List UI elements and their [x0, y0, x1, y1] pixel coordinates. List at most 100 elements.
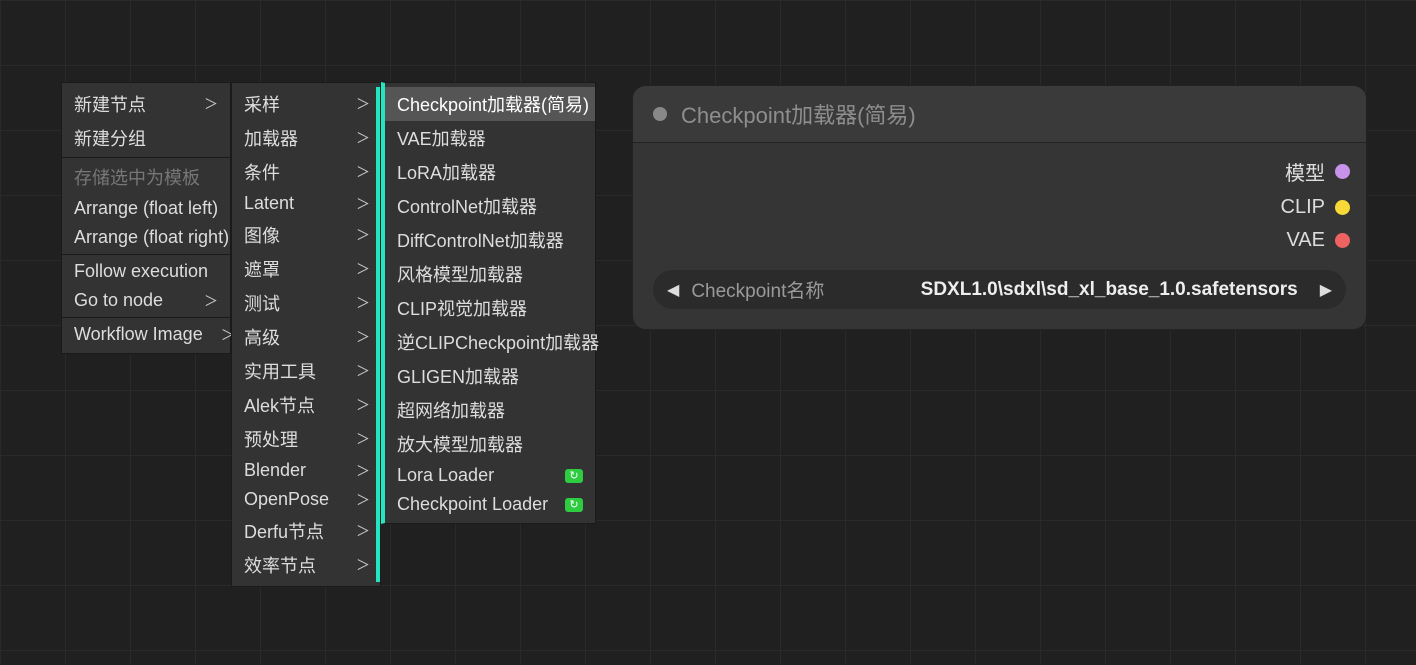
chevron-right-icon: ＞ [356, 225, 370, 245]
menu-label: Workflow Image [74, 324, 203, 345]
widget-label: Checkpoint名称 [691, 276, 824, 303]
chevron-right-icon: ＞ [356, 327, 370, 347]
menu-item-controlnet-loader[interactable]: ControlNet加载器 [385, 189, 595, 223]
menu-item-arrange-left[interactable]: Arrange (float left) [62, 194, 230, 223]
menu-item-efficiency[interactable]: 效率节点＞ [232, 548, 380, 582]
menu-item-workflow-image[interactable]: Workflow Image ＞ [62, 320, 230, 349]
menu-item-save-template: 存储选中为模板 [62, 160, 230, 194]
menu-label: 新建分组 [74, 125, 146, 151]
port-icon[interactable] [1335, 233, 1350, 248]
chevron-right-icon: ＞ [356, 128, 370, 148]
menu-label: Derfu节点 [244, 518, 324, 544]
menu-label: OpenPose [244, 489, 329, 510]
menu-item-loaders[interactable]: 加载器＞ [232, 121, 380, 155]
menu-label: 采样 [244, 91, 280, 117]
chevron-right-icon: ＞ [356, 395, 370, 415]
menu-label: 放大模型加载器 [397, 431, 523, 457]
menu-item-test[interactable]: 测试 ＞ [232, 286, 380, 320]
menu-label: CLIP视觉加载器 [397, 295, 527, 321]
menu-item-vae-loader[interactable]: VAE加载器 [385, 121, 595, 155]
menu-label: Follow execution [74, 261, 208, 282]
menu-label: Blender [244, 460, 306, 481]
menu-label: 超网络加载器 [397, 397, 505, 423]
menu-label: 高级 [244, 324, 280, 350]
menu-item-advanced[interactable]: 高级 ＞ [232, 320, 380, 354]
menu-item-util[interactable]: 实用工具 ＞ [232, 354, 380, 388]
menu-item-cond[interactable]: 条件＞ [232, 155, 380, 189]
menu-label: 逆CLIPCheckpoint加载器 [397, 329, 599, 355]
node-title-bar[interactable]: Checkpoint加载器(简易) [633, 86, 1366, 143]
next-arrow-icon[interactable]: ▶ [1320, 280, 1332, 300]
chevron-right-icon: ＞ [356, 94, 370, 114]
menu-item-hypernetwork-loader[interactable]: 超网络加载器 [385, 393, 595, 427]
port-icon[interactable] [1335, 164, 1350, 179]
menu-label: Arrange (float right) [74, 227, 229, 248]
refresh-icon: ↻ [565, 498, 583, 512]
node-body: 模型 CLIP VAE ◀ Checkpoint名称 SDXL1.0\sdxl\… [633, 143, 1366, 329]
menu-item-upscale-model-loader[interactable]: 放大模型加载器 [385, 427, 595, 461]
menu-label: 风格模型加载器 [397, 261, 523, 287]
output-label: 模型 [1285, 157, 1325, 186]
menu-item-new-group[interactable]: 新建分组 [62, 121, 230, 155]
menu-label: 条件 [244, 159, 280, 185]
menu-label: 新建节点 [74, 91, 146, 117]
menu-item-alek[interactable]: Alek节点＞ [232, 388, 380, 422]
menu-separator [62, 317, 230, 318]
menu-item-latent[interactable]: Latent＞ [232, 189, 380, 218]
menu-label: 图像 [244, 222, 280, 248]
menu-item-lora-loader-badge[interactable]: Lora Loader ↻ [385, 461, 595, 490]
prev-arrow-icon[interactable]: ◀ [667, 280, 679, 300]
menu-item-clip-vision-loader[interactable]: CLIP视觉加载器 [385, 291, 595, 325]
menu-item-openpose[interactable]: OpenPose ＞ [232, 485, 380, 514]
node-checkpoint-loader[interactable]: Checkpoint加载器(简易) 模型 CLIP VAE ◀ Checkpoi… [632, 85, 1367, 330]
port-icon[interactable] [1335, 200, 1350, 215]
menu-label: Go to node [74, 290, 163, 311]
chevron-right-icon: ＞ [356, 194, 370, 214]
menu-label: 实用工具 [244, 358, 316, 384]
menu-item-image[interactable]: 图像 ＞ [232, 218, 380, 252]
output-model[interactable]: 模型 [1285, 157, 1350, 186]
chevron-right-icon: ＞ [204, 94, 218, 114]
menu-item-derfu[interactable]: Derfu节点 ＞ [232, 514, 380, 548]
chevron-right-icon: ＞ [356, 555, 370, 575]
menu-label: Lora Loader [397, 465, 494, 486]
menu-item-diffcontrolnet-loader[interactable]: DiffControlNet加载器 [385, 223, 595, 257]
menu-label: 测试 [244, 290, 280, 316]
chevron-right-icon: ＞ [356, 490, 370, 510]
widget-value: SDXL1.0\sdxl\sd_xl_base_1.0.safetensors [921, 279, 1298, 301]
menu-item-new-node[interactable]: 新建节点 ＞ [62, 87, 230, 121]
chevron-right-icon: ＞ [204, 291, 218, 311]
menu-item-goto-node[interactable]: Go to node ＞ [62, 286, 230, 315]
node-title: Checkpoint加载器(简易) [681, 98, 916, 130]
menu-item-unclip-checkpoint-loader[interactable]: 逆CLIPCheckpoint加载器 [385, 325, 595, 359]
menu-item-lora-loader[interactable]: LoRA加载器 [385, 155, 595, 189]
output-label: VAE [1286, 229, 1325, 252]
menu-separator [62, 157, 230, 158]
menu-separator [62, 254, 230, 255]
collapse-dot-icon[interactable] [653, 107, 667, 121]
menu-item-preproc[interactable]: 预处理＞ [232, 422, 380, 456]
chevron-right-icon: ＞ [356, 259, 370, 279]
menu-item-sampling[interactable]: 采样 ＞ [232, 87, 380, 121]
output-clip[interactable]: CLIP [1281, 196, 1350, 219]
menu-label: Arrange (float left) [74, 198, 218, 219]
chevron-right-icon: ＞ [356, 293, 370, 313]
chevron-right-icon: ＞ [356, 521, 370, 541]
output-vae[interactable]: VAE [1286, 229, 1350, 252]
menu-item-style-model-loader[interactable]: 风格模型加载器 [385, 257, 595, 291]
menu-label: 预处理 [244, 426, 298, 452]
context-menu-1: 新建节点 ＞ 新建分组 存储选中为模板 Arrange (float left)… [61, 82, 231, 354]
menu-item-blender[interactable]: Blender ＞ [232, 456, 380, 485]
chevron-right-icon: ＞ [356, 361, 370, 381]
menu-item-checkpoint-loader-simple[interactable]: Checkpoint加载器(简易) [385, 87, 595, 121]
menu-label: GLIGEN加载器 [397, 363, 519, 389]
menu-label: VAE加载器 [397, 125, 486, 151]
chevron-right-icon: ＞ [356, 461, 370, 481]
refresh-icon: ↻ [565, 469, 583, 483]
menu-item-gligen-loader[interactable]: GLIGEN加载器 [385, 359, 595, 393]
menu-item-arrange-right[interactable]: Arrange (float right) [62, 223, 230, 252]
menu-item-checkpoint-loader-badge[interactable]: Checkpoint Loader↻ [385, 490, 595, 519]
checkpoint-name-widget[interactable]: ◀ Checkpoint名称 SDXL1.0\sdxl\sd_xl_base_1… [653, 270, 1346, 309]
menu-item-follow-exec[interactable]: Follow execution [62, 257, 230, 286]
menu-item-mask[interactable]: 遮罩＞ [232, 252, 380, 286]
